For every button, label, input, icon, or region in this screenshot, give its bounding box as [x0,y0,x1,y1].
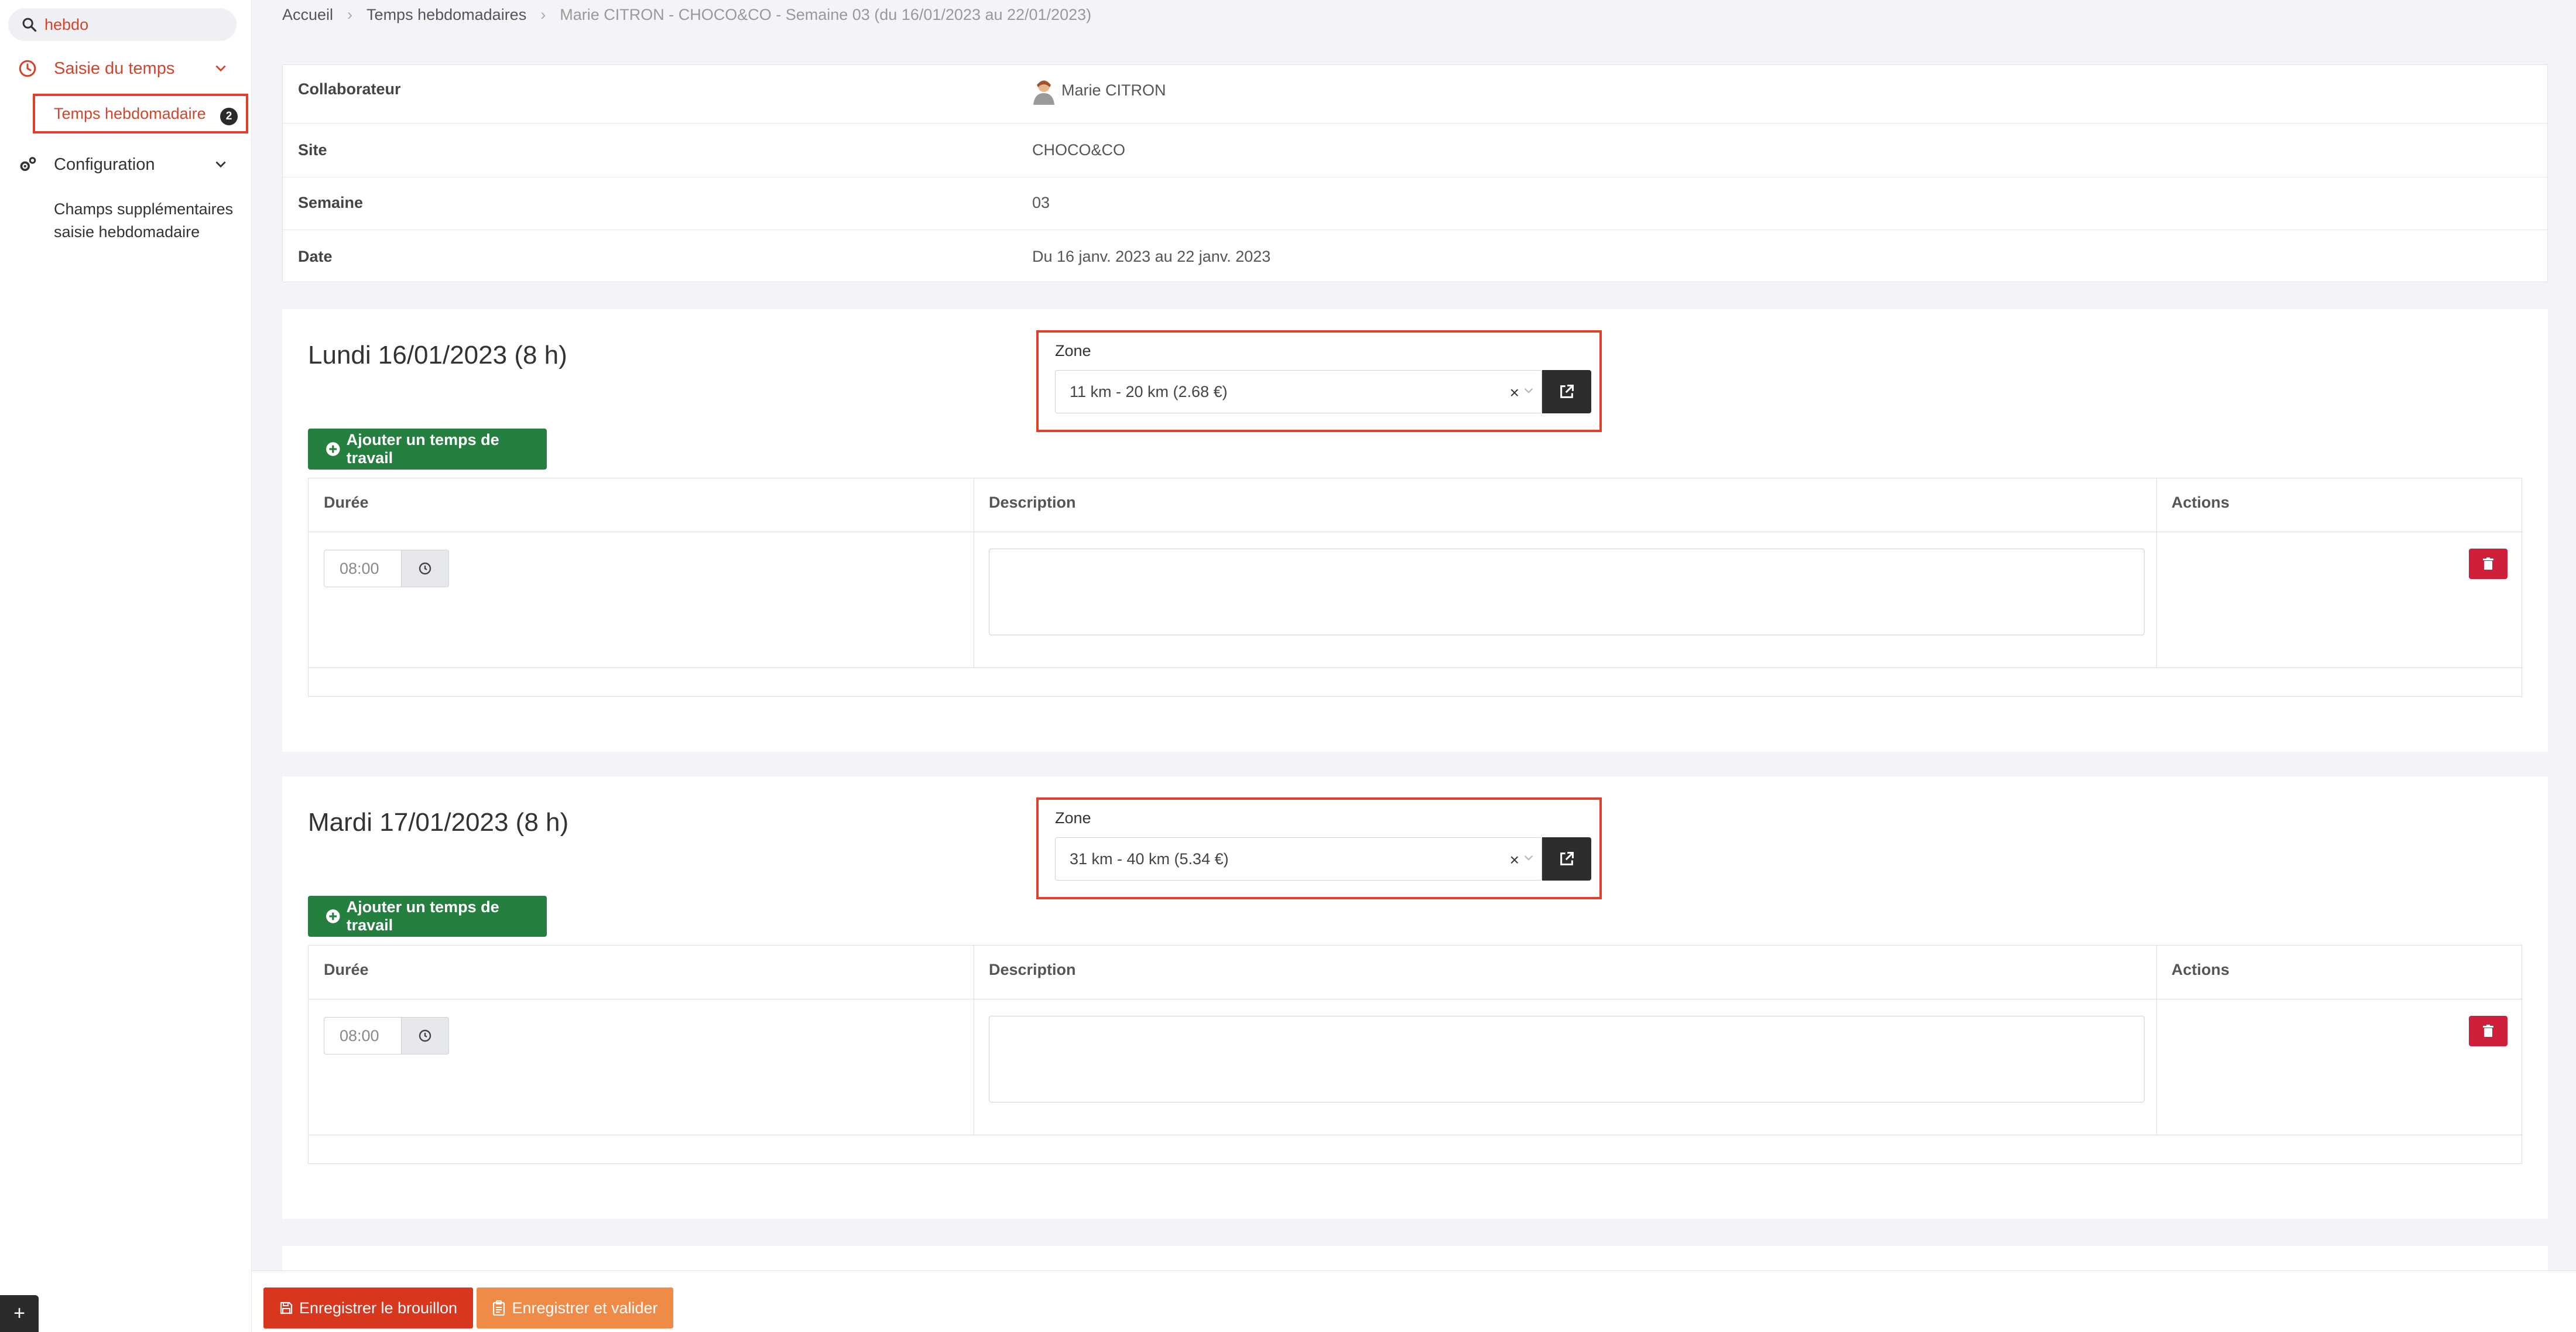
chevron-down-icon [215,161,226,168]
info-label: Site [298,141,327,159]
info-value: CHOCO&CO [1032,141,1126,159]
open-zone-button[interactable] [1542,837,1591,881]
sidebar: Saisie du temps Temps hebdomadaire 2 Con… [0,0,252,1332]
plus-circle-icon [326,909,340,923]
info-label: Semaine [298,194,364,211]
save-and-validate-button[interactable]: Enregistrer et valider [477,1288,673,1328]
actions-cell [2156,999,2523,1135]
sidebar-group-time-entry[interactable]: Saisie du temps [0,48,252,89]
zone-label: Zone [1055,809,1091,827]
info-row-site: Site CHOCO&CO [283,124,2547,177]
column-header-actions: Actions [2156,478,2523,532]
description-textarea[interactable] [989,1016,2145,1102]
external-link-icon [1560,384,1574,398]
plus-circle-icon [326,442,340,456]
duration-cell: 08:00 [309,999,974,1135]
info-value: 03 [1032,194,1050,211]
clear-icon[interactable]: × [1510,383,1519,402]
external-link-icon [1560,851,1574,865]
clipboard-check-icon [493,1300,505,1316]
delete-button[interactable] [2469,549,2508,579]
day-card: Mardi 17/01/2023 (8 h) Zone 31 km - 40 k… [282,776,2548,1219]
description-cell [974,999,2156,1135]
breadcrumb-home[interactable]: Accueil [282,6,333,24]
clock-icon [419,1029,431,1042]
column-header-description: Description [974,946,2156,999]
trash-icon [2483,557,2493,570]
column-header-duration: Durée [309,946,974,999]
zone-field: Zone 31 km - 40 km (5.34 €) × [1036,797,1602,899]
column-header-duration: Durée [309,478,974,532]
chevron-down-icon [215,65,226,72]
info-label: Collaborateur [298,80,401,98]
work-time-table: Durée Description Actions 08:00 [308,478,2523,697]
column-header-actions: Actions [2156,946,2523,999]
add-work-time-label: Ajouter un temps de travail [346,431,499,467]
add-work-time-label: Ajouter un temps de travail [346,898,499,934]
time-picker-button[interactable] [401,550,449,587]
trash-icon [2483,1025,2493,1037]
info-row-week: Semaine 03 [283,177,2547,230]
sidebar-item-label: Temps hebdomadaire [54,104,206,122]
clock-icon [419,562,431,575]
add-work-time-button[interactable]: Ajouter un temps de travail [308,429,547,470]
breadcrumb-separator: › [347,6,353,23]
day-card: Lundi 16/01/2023 (8 h) Zone 11 km - 20 k… [282,309,2548,752]
duration-cell: 08:00 [309,532,974,668]
delete-button[interactable] [2469,1016,2508,1046]
cogs-icon [20,157,36,172]
day-title: Mardi 17/01/2023 (8 h) [308,808,569,837]
zone-selected-value: 31 km - 40 km (5.34 €) [1070,850,1229,868]
column-header-description: Description [974,478,2156,532]
clear-icon[interactable]: × [1510,851,1519,869]
clock-icon [19,60,36,77]
day-title: Lundi 16/01/2023 (8 h) [308,341,567,369]
info-row-date: Date Du 16 janv. 2023 au 22 janv. 2023 [283,230,2547,283]
breadcrumb-current: Marie CITRON - CHOCO&CO - Semaine 03 (du… [560,6,1092,23]
time-picker-button[interactable] [401,1017,449,1054]
save-and-validate-label: Enregistrer et valider [512,1299,658,1317]
search-icon [22,18,37,32]
add-shortcut-button[interactable]: + [0,1295,39,1332]
search-input[interactable] [44,15,232,34]
collaborator-name: Marie CITRON [1061,81,1166,100]
info-value: Du 16 janv. 2023 au 22 janv. 2023 [1032,248,1271,265]
sidebar-search[interactable] [8,8,237,41]
zone-select[interactable]: 31 km - 40 km (5.34 €) × [1055,837,1542,881]
zone-field: Zone 11 km - 20 km (2.68 €) × [1036,330,1602,432]
description-textarea[interactable] [989,549,2145,635]
info-row-collaborator: Collaborateur Marie CITRON [283,65,2547,124]
zone-label: Zone [1055,342,1091,359]
save-draft-label: Enregistrer le brouillon [299,1299,458,1317]
sidebar-group-label: Saisie du temps [54,59,175,78]
zone-selected-value: 11 km - 20 km (2.68 €) [1070,382,1228,400]
caret-down-icon [1524,855,1533,861]
actions-cell [2156,532,2523,668]
breadcrumb-weekly-times[interactable]: Temps hebdomadaires [366,6,526,24]
duration-input[interactable]: 08:00 [324,550,401,587]
breadcrumb: Accueil › Temps hebdomadaires › Marie CI… [282,6,1091,24]
zone-select[interactable]: 11 km - 20 km (2.68 €) × [1055,370,1542,413]
description-cell [974,532,2156,668]
save-draft-button[interactable]: Enregistrer le brouillon [263,1288,473,1328]
info-value: Marie CITRON [1032,78,1166,105]
work-time-table: Durée Description Actions 08:00 [308,945,2523,1164]
floppy-disk-icon [280,1302,293,1314]
duration-input[interactable]: 08:00 [324,1017,401,1054]
action-bar: Enregistrer le brouillon Enregistrer et … [252,1271,2576,1332]
sidebar-group-label: Configuration [54,155,155,174]
add-work-time-button[interactable]: Ajouter un temps de travail [308,896,547,937]
breadcrumb-separator: › [540,6,546,23]
caret-down-icon [1524,388,1533,393]
info-card: Collaborateur Marie CITRON Site CHOCO&CO… [282,64,2548,282]
avatar [1033,80,1054,105]
open-zone-button[interactable] [1542,370,1591,413]
sidebar-item-extra-fields[interactable]: Champs supplémentaires saisie hebdomadai… [54,198,241,244]
count-badge: 2 [220,108,238,125]
sidebar-item-weekly-time[interactable]: Temps hebdomadaire 2 [33,94,248,133]
info-label: Date [298,248,333,265]
sidebar-group-configuration[interactable]: Configuration [0,144,252,185]
